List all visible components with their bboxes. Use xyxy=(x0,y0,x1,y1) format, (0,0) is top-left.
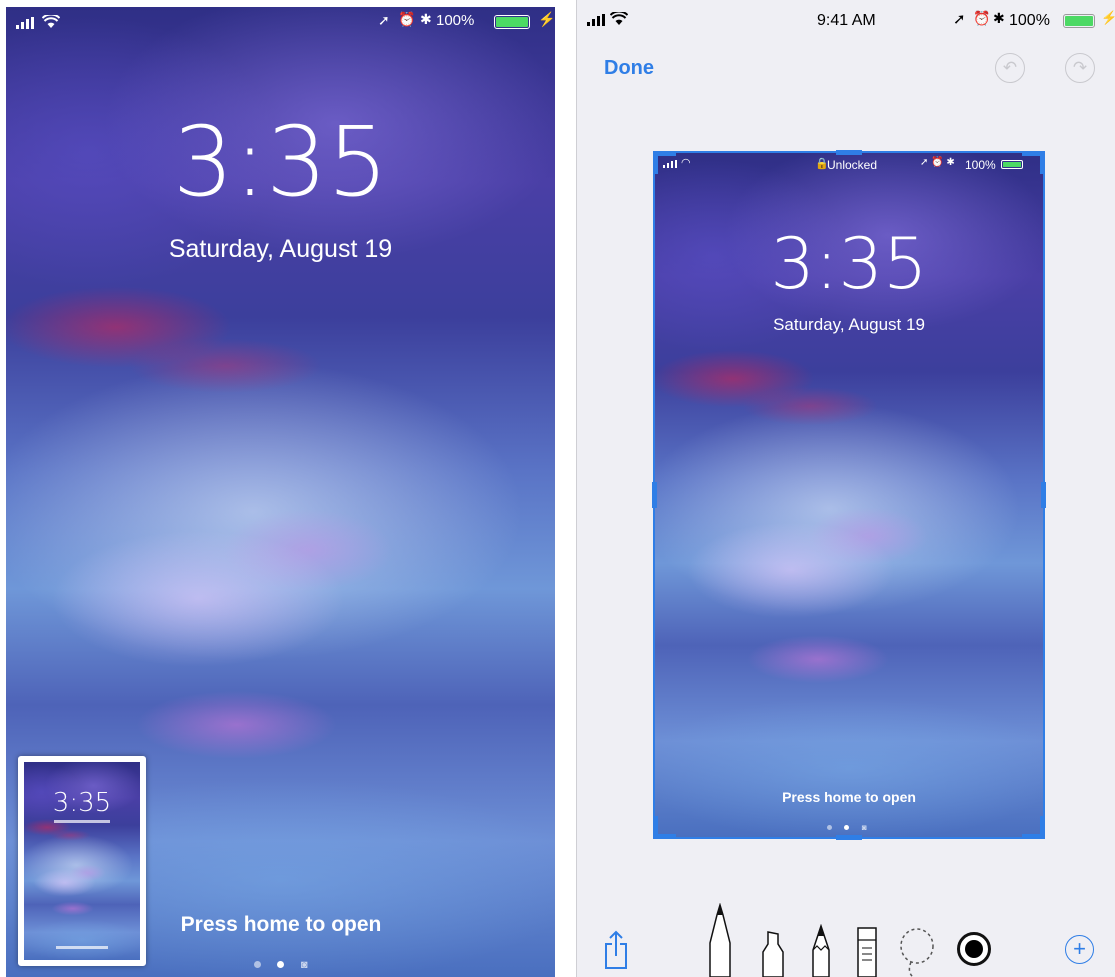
location-arrow-icon: ➚ xyxy=(953,11,966,28)
crop-handle-bottom-right-v[interactable] xyxy=(1040,816,1044,838)
bluetooth-icon: ✱ xyxy=(420,11,432,27)
press-home-label: Press home to open xyxy=(180,913,382,936)
thumbnail-clock: 3:35 xyxy=(52,788,112,818)
pencil-tool-icon[interactable] xyxy=(809,924,833,977)
alarm-icon: ⏰ xyxy=(398,11,416,27)
camera-icon: ◙ xyxy=(300,959,308,971)
page-dot-active xyxy=(277,961,285,968)
alarm-icon: ⏰ xyxy=(973,10,991,26)
marker-tool-icon[interactable] xyxy=(759,930,787,977)
color-picker-icon[interactable] xyxy=(957,932,991,966)
bluetooth-icon: ✱ xyxy=(993,10,1005,26)
undo-icon[interactable]: ↶ xyxy=(995,53,1025,83)
status-icons: ➚ ⏰ ✱ xyxy=(920,157,955,168)
wifi-icon: ◠ xyxy=(681,157,691,169)
signal-icon xyxy=(16,17,34,29)
screenshot-preview[interactable]: ◠ 🔒 Unlocked ➚ ⏰ ✱ 100% 3:35 Saturday, A… xyxy=(653,151,1045,839)
wifi-icon xyxy=(42,15,60,28)
page-indicator: ◙ xyxy=(254,955,314,971)
wifi-icon xyxy=(610,12,628,25)
battery-icon xyxy=(1063,14,1095,28)
lock-date: Saturday, August 19 xyxy=(168,235,393,263)
thumbnail-date-line xyxy=(54,820,110,823)
page-indicator: ◙ xyxy=(827,817,887,832)
redo-icon[interactable]: ↷ xyxy=(1065,53,1095,83)
crop-handle-top-right-v[interactable] xyxy=(1040,152,1044,174)
page-dot xyxy=(254,961,261,968)
crop-handle-bottom[interactable] xyxy=(836,835,862,840)
battery-percent: 100% xyxy=(436,12,475,29)
crop-handle-left[interactable] xyxy=(652,482,657,508)
battery-percent: 100% xyxy=(965,158,996,172)
lock-date: Saturday, August 19 xyxy=(773,315,925,334)
thumbnail-press-home-line xyxy=(56,946,108,949)
lock-clock: 3:35 xyxy=(172,106,389,218)
crop-handle-top-left-v[interactable] xyxy=(654,152,658,174)
signal-icon xyxy=(663,160,677,168)
add-icon[interactable]: + xyxy=(1065,935,1094,964)
status-time: 9:41 AM xyxy=(817,12,876,29)
bolt-icon: ⚡ xyxy=(538,11,555,27)
crop-handle-right[interactable] xyxy=(1041,482,1046,508)
lock-clock: 3:35 xyxy=(770,223,928,305)
share-icon[interactable] xyxy=(602,930,630,970)
bolt-icon: ⚡ xyxy=(1101,10,1115,25)
crop-handle-top[interactable] xyxy=(836,150,862,155)
eraser-tool-icon[interactable] xyxy=(855,926,879,977)
location-arrow-icon: ➚ xyxy=(378,12,390,28)
battery-icon xyxy=(1001,160,1023,169)
battery-icon xyxy=(494,15,530,29)
lasso-tool-icon[interactable] xyxy=(897,926,937,977)
done-button[interactable]: Done xyxy=(604,57,654,80)
battery-percent: 100% xyxy=(1009,12,1050,29)
pen-tool-icon[interactable] xyxy=(707,903,733,977)
lock-screen: ➚ ⏰ ✱ 100% ⚡ 3:35 Saturday, August 19 Pr… xyxy=(6,7,555,977)
unlocked-label: Unlocked xyxy=(827,158,878,172)
press-home-label: Press home to open xyxy=(782,789,916,805)
signal-icon xyxy=(587,14,605,26)
screenshot-thumbnail[interactable]: 3:35 xyxy=(18,756,146,966)
crop-handle-bottom-left-v[interactable] xyxy=(654,816,658,838)
status-bar: ➚ ⏰ ✱ 100% ⚡ xyxy=(6,7,555,35)
